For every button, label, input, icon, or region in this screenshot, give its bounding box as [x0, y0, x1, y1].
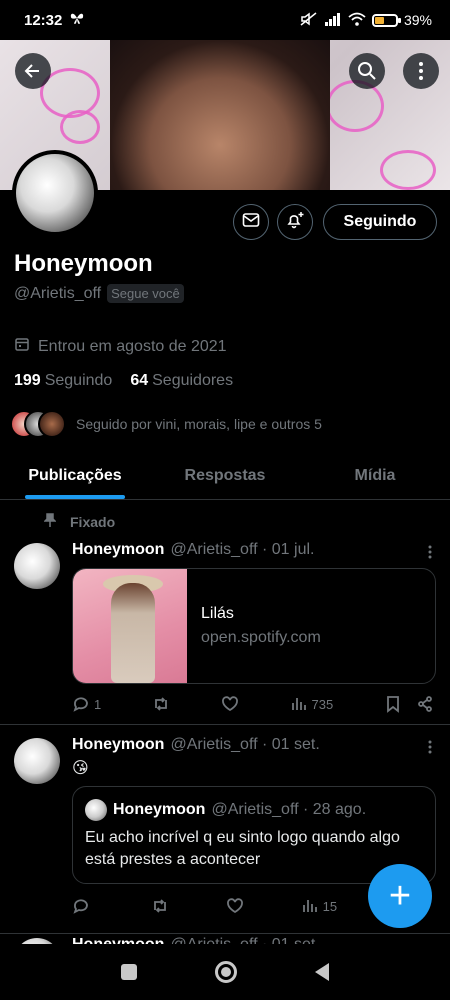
avatar[interactable]: [12, 150, 98, 236]
retweet-button[interactable]: [151, 897, 169, 915]
heart-icon: [226, 898, 243, 914]
plus-icon: +: [388, 874, 412, 917]
retweet-icon: [153, 899, 166, 913]
follow-stats: 199 Seguindo 64 Seguidores: [14, 372, 233, 390]
tweet-meta: @Arietis_off · 01 jul.: [170, 541, 315, 558]
views-count: 735: [311, 696, 334, 712]
signal-icon: [324, 12, 342, 29]
reply-icon: [73, 697, 88, 712]
quote-meta: @Arietis_off · 28 ago.: [211, 801, 367, 818]
message-button[interactable]: [233, 204, 269, 240]
followed-by-avatars: [10, 410, 68, 438]
tweet-text: 😘: [72, 760, 89, 777]
bell-plus-icon: [285, 211, 305, 234]
more-vertical-icon[interactable]: [428, 740, 432, 754]
tweet-meta: @Arietis_off · 01 set.: [170, 736, 320, 753]
home-icon[interactable]: [215, 961, 237, 983]
pin-icon: [43, 513, 57, 530]
battery-icon: [371, 13, 401, 27]
search-icon[interactable]: [349, 53, 385, 89]
quote-text: Eu acho incrível q eu sinto logo quando …: [85, 829, 400, 868]
status-bar: 12:32 39%: [0, 0, 450, 40]
more-vertical-icon[interactable]: [403, 53, 439, 89]
avatar: [38, 410, 66, 438]
views-button[interactable]: 735: [290, 695, 334, 713]
following-label: Seguindo: [44, 372, 113, 389]
notifications-button[interactable]: [277, 204, 313, 240]
profile-tabs: Publicações Respostas Mídia: [0, 452, 450, 500]
card-title: Lilás: [201, 605, 234, 622]
bookmark-icon[interactable]: [384, 695, 402, 713]
tab-respostas[interactable]: Respostas: [150, 452, 300, 499]
tweet[interactable]: Fixado Honeymoon @Arietis_off · 01 jul. …: [0, 501, 450, 725]
followers-count: 64: [130, 372, 149, 389]
wifi-icon: [348, 12, 366, 29]
reply-count: 1: [94, 696, 102, 712]
retweet-icon: [155, 697, 167, 711]
tab-midia[interactable]: Mídia: [300, 452, 450, 499]
back-icon[interactable]: [315, 963, 329, 981]
battery-percent: 39%: [403, 12, 432, 28]
joined-text: Entrou em agosto de 2021: [38, 337, 227, 355]
profile-name: Honeymoon: [14, 250, 153, 277]
more-vertical-icon[interactable]: [428, 545, 432, 559]
views-count: 15: [322, 898, 338, 914]
following-button[interactable]: Seguindo: [323, 204, 437, 240]
reply-icon: [73, 899, 88, 914]
reply-button[interactable]: 1: [72, 695, 101, 713]
avatar[interactable]: [14, 543, 60, 589]
heart-icon: [221, 696, 238, 712]
followers-stat[interactable]: 64 Seguidores: [130, 372, 233, 390]
link-card[interactable]: Lilás open.spotify.com: [72, 568, 436, 684]
pinned-indicator: Fixado: [43, 513, 116, 530]
tweet-header: Honeymoon @Arietis_off · 01 jul.: [72, 541, 314, 559]
pinned-label: Fixado: [70, 513, 116, 530]
retweet-button[interactable]: [152, 695, 170, 713]
follows-you-badge: Segue você: [107, 284, 184, 303]
compose-button[interactable]: +: [368, 864, 432, 928]
avatar: [85, 799, 107, 821]
status-time: 12:32: [24, 11, 63, 29]
following-stat[interactable]: 199 Seguindo: [14, 372, 112, 390]
tweet-actions: 1 735: [72, 695, 434, 713]
tweet-author-name[interactable]: Honeymoon: [72, 541, 164, 559]
album-thumbnail: [73, 569, 187, 683]
quote-author-name: Honeymoon: [113, 801, 206, 818]
back-arrow-icon[interactable]: [15, 53, 51, 89]
recents-icon[interactable]: [121, 964, 137, 980]
views-icon: [291, 698, 306, 710]
handle-row: @Arietis_off Segue você: [14, 284, 184, 303]
views-button[interactable]: 15: [301, 897, 337, 915]
following-count: 199: [14, 372, 41, 389]
followed-by[interactable]: Seguido por vini, morais, lipe e outros …: [10, 410, 322, 438]
card-domain: open.spotify.com: [201, 629, 321, 646]
tweet-header: Honeymoon @Arietis_off · 01 set.: [72, 736, 320, 754]
avatar[interactable]: [14, 738, 60, 784]
tweet-author-name[interactable]: Honeymoon: [72, 736, 164, 754]
profile-handle: @Arietis_off: [14, 284, 102, 302]
followers-label: Seguidores: [152, 372, 234, 389]
mail-icon: [242, 212, 260, 233]
mute-icon: [300, 11, 318, 29]
like-button[interactable]: [221, 695, 239, 713]
joined-date: Entrou em agosto de 2021: [14, 336, 227, 357]
reply-button[interactable]: [72, 897, 94, 915]
followed-by-text: Seguido por vini, morais, lipe e outros …: [76, 416, 322, 432]
butterfly-icon: [70, 11, 84, 29]
like-button[interactable]: [226, 897, 244, 915]
share-icon[interactable]: [416, 695, 434, 713]
tab-publicacoes[interactable]: Publicações: [0, 452, 150, 499]
views-icon: [302, 900, 317, 912]
system-nav-bar: [0, 944, 450, 1000]
calendar-icon: [14, 336, 30, 357]
